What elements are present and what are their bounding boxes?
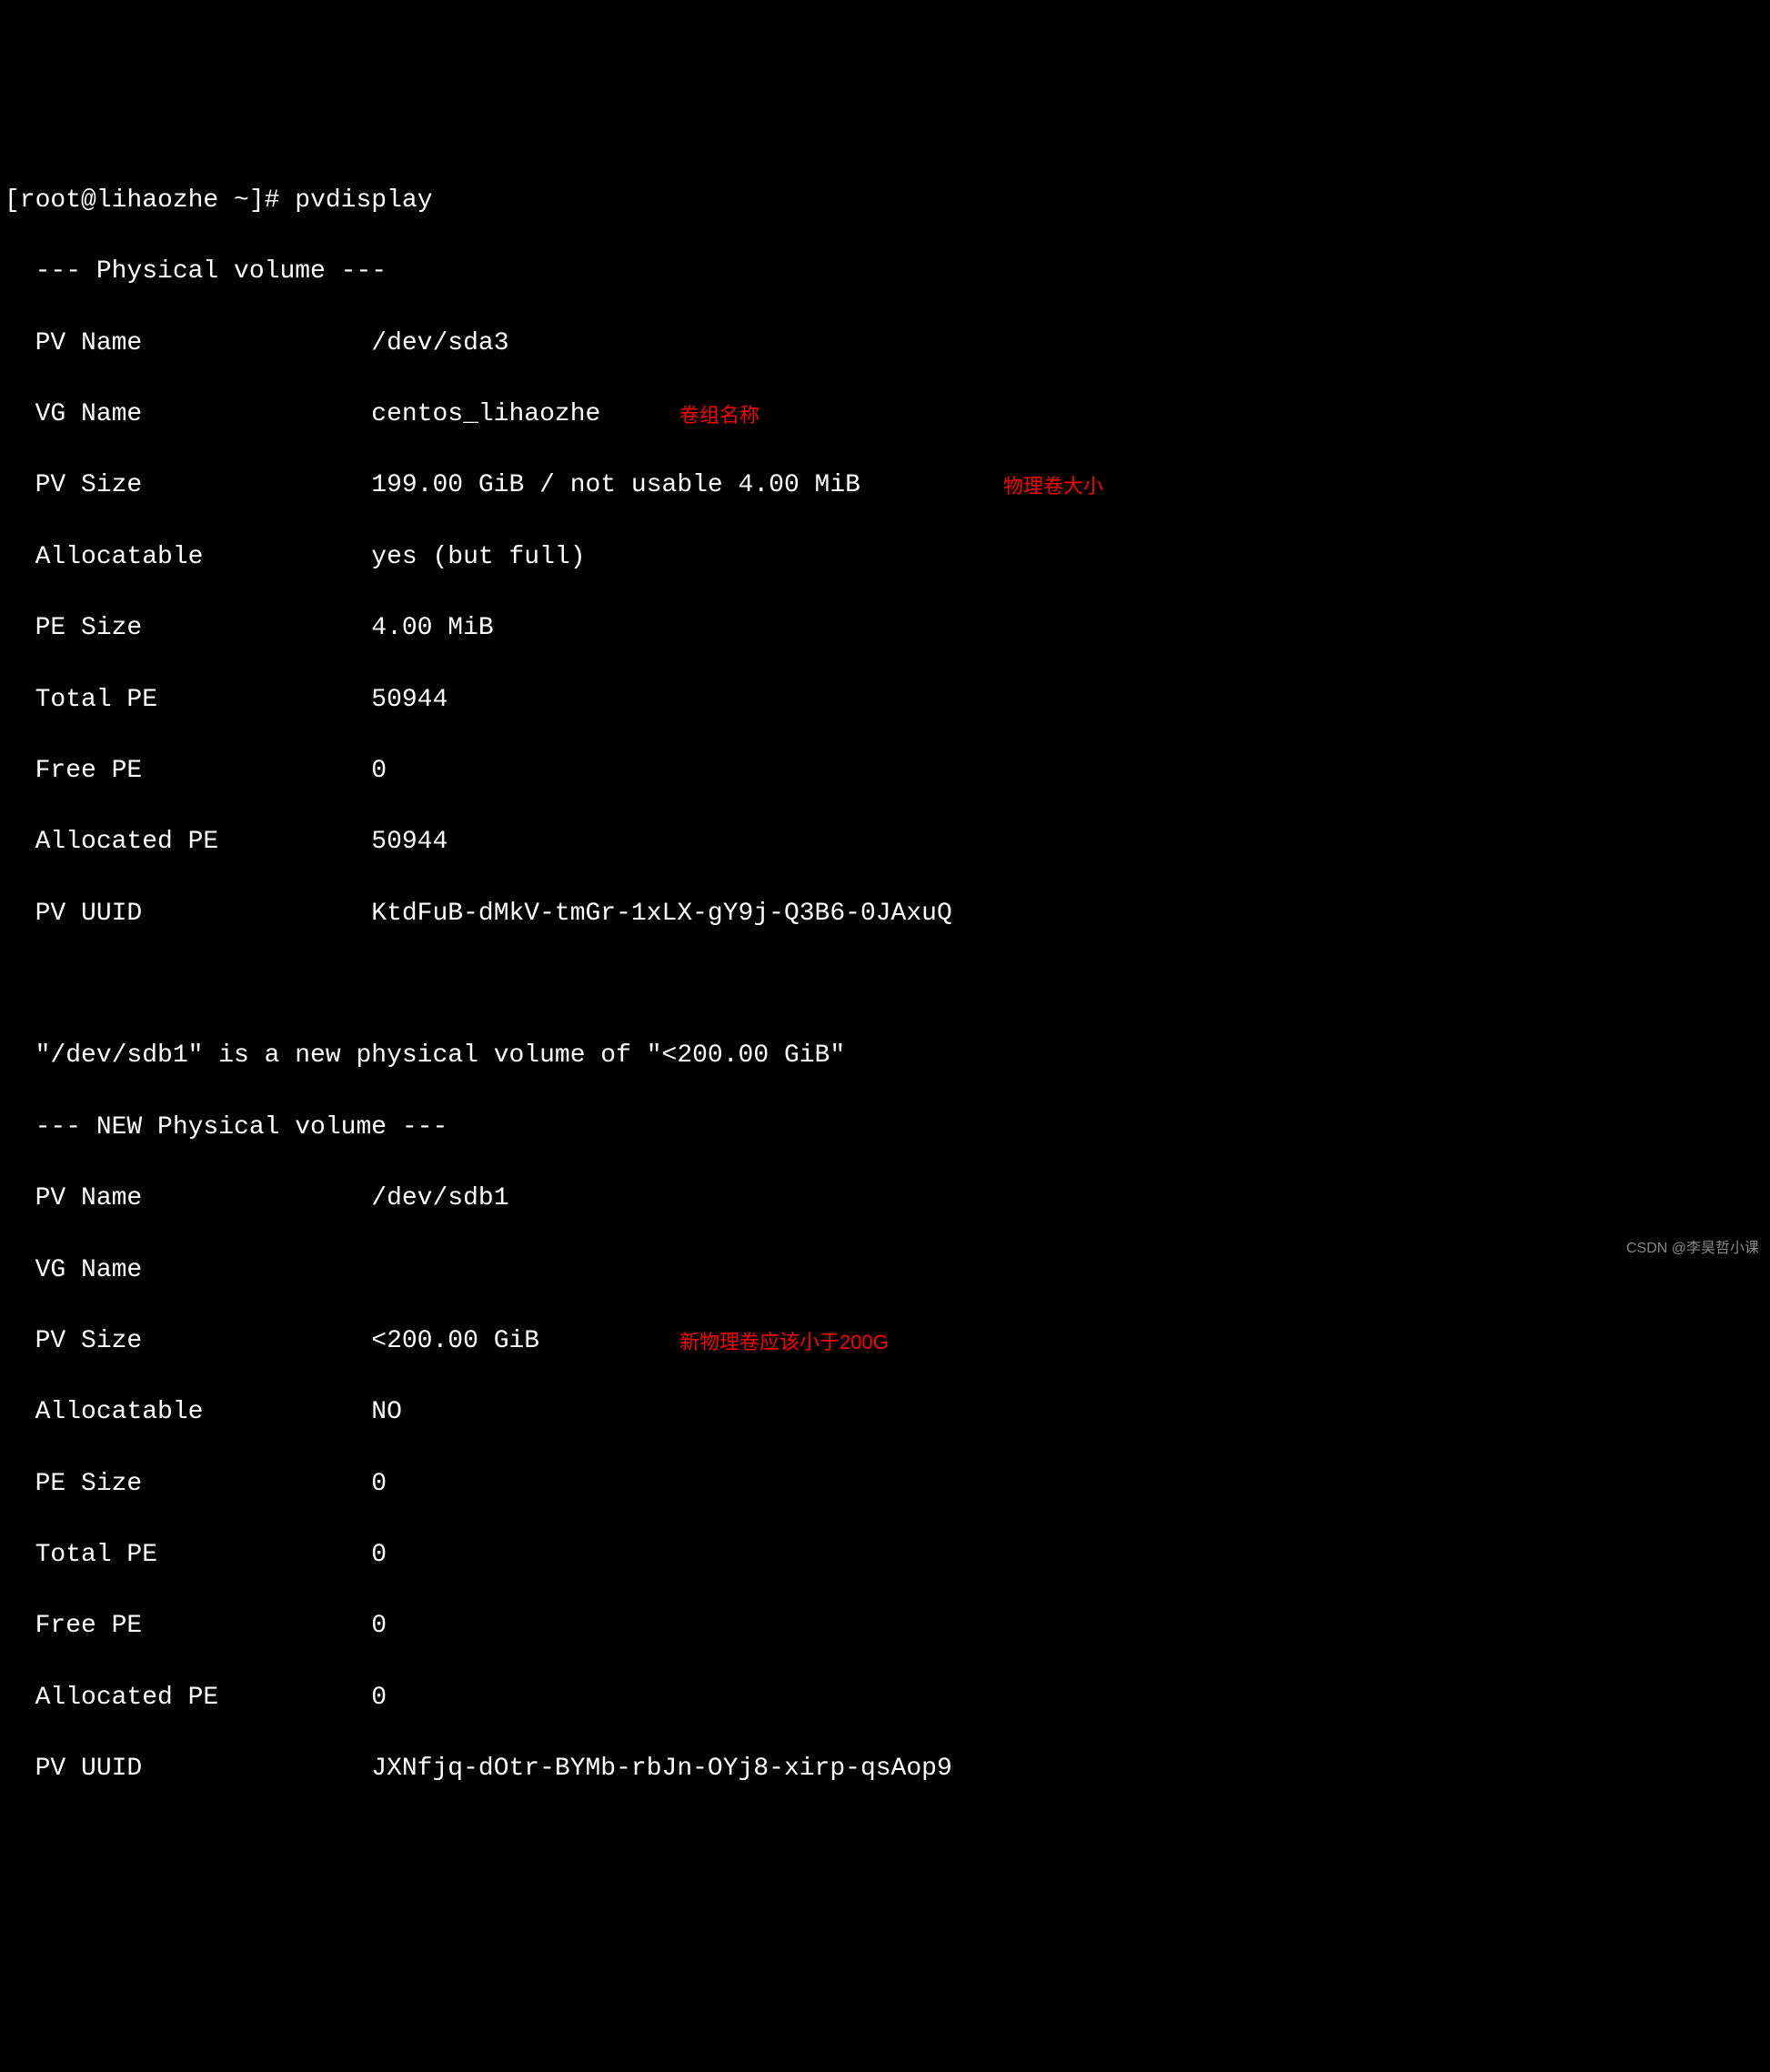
allocated-pe-label: Allocated PE [5,828,371,856]
watermark-text: CSDN @李昊哲小课 [1626,1239,1759,1259]
pv2-name-row: PV Name /dev/sdb1 [5,1181,1765,1216]
pv1-freepe-row: Free PE 0 [5,753,1765,789]
pv-uuid-label: PV UUID [5,1755,371,1783]
total-pe-value: 0 [371,1541,387,1569]
pv-size-value: 199.00 GiB / not usable 4.00 MiB [371,471,860,499]
pv-size-label: PV Size [5,1327,371,1355]
terminal-output: [root@lihaozhe ~]# pvdisplay --- Physica… [5,147,1765,1823]
pv2-vgname-row: VG Name [5,1252,1765,1288]
pv1-totalpe-row: Total PE 50944 [5,682,1765,718]
pv-name-label: PV Name [5,329,371,357]
annotation-new-pvsize: 新物理卷应该小于200G [679,1329,889,1357]
annotation-vgname: 卷组名称 [679,402,759,430]
free-pe-value: 0 [371,757,387,785]
allocatable-value: NO [371,1398,402,1426]
pe-size-value: 4.00 MiB [371,614,493,642]
pv2-freepe-row: Free PE 0 [5,1608,1765,1644]
pv-name-label: PV Name [5,1184,371,1212]
pv2-allocpe-row: Allocated PE 0 [5,1680,1765,1715]
allocated-pe-value: 50944 [371,828,448,856]
vg-name-label: VG Name [5,400,371,428]
pv2-size-row: PV Size <200.00 GiB 新物理卷应该小于200G [5,1323,1765,1359]
pv-name-value: /dev/sda3 [371,329,508,357]
pv2-allocatable-row: Allocatable NO [5,1394,1765,1430]
pv2-header: --- NEW Physical volume --- [5,1110,1765,1145]
allocatable-label: Allocatable [5,1398,371,1426]
pv2-pesize-row: PE Size 0 [5,1466,1765,1502]
free-pe-value: 0 [371,1612,387,1640]
total-pe-value: 50944 [371,686,448,714]
pv2-notice: "/dev/sdb1" is a new physical volume of … [5,1038,1765,1073]
pv-name-value: /dev/sdb1 [371,1184,508,1212]
prompt-line[interactable]: [root@lihaozhe ~]# pvdisplay [5,183,1765,218]
pv1-name-row: PV Name /dev/sda3 [5,326,1765,361]
pv-uuid-label: PV UUID [5,900,371,928]
allocated-pe-label: Allocated PE [5,1684,371,1712]
pv1-uuid-row: PV UUID KtdFuB-dMkV-tmGr-1xLX-gY9j-Q3B6-… [5,896,1765,931]
pv-uuid-value: JXNfjq-dOtr-BYMb-rbJn-OYj8-xirp-qsAop9 [371,1755,952,1783]
pv1-pesize-row: PE Size 4.00 MiB [5,610,1765,646]
pv1-size-row: PV Size 199.00 GiB / not usable 4.00 MiB… [5,468,1765,503]
blank-line [5,967,1765,1002]
allocatable-value: yes (but full) [371,543,585,571]
pv1-vgname-row: VG Name centos_lihaozhe 卷组名称 [5,397,1765,432]
free-pe-label: Free PE [5,1612,371,1640]
pe-size-label: PE Size [5,1470,371,1498]
pv1-allocatable-row: Allocatable yes (but full) [5,539,1765,575]
allocated-pe-value: 0 [371,1684,387,1712]
pe-size-value: 0 [371,1470,387,1498]
vg-name-label: VG Name [5,1256,371,1284]
allocatable-label: Allocatable [5,543,371,571]
pv1-allocpe-row: Allocated PE 50944 [5,824,1765,860]
pv-size-value: <200.00 GiB [371,1327,539,1355]
pv-size-label: PV Size [5,471,371,499]
command-text: pvdisplay [295,186,432,215]
total-pe-label: Total PE [5,686,371,714]
shell-prompt: [root@lihaozhe ~]# [5,186,295,215]
vg-name-value: centos_lihaozhe [371,400,600,428]
pv2-uuid-row: PV UUID JXNfjq-dOtr-BYMb-rbJn-OYj8-xirp-… [5,1751,1765,1786]
pe-size-label: PE Size [5,614,371,642]
total-pe-label: Total PE [5,1541,371,1569]
free-pe-label: Free PE [5,757,371,785]
pv1-header: --- Physical volume --- [5,254,1765,289]
pv-uuid-value: KtdFuB-dMkV-tmGr-1xLX-gY9j-Q3B6-0JAxuQ [371,900,952,928]
pv2-totalpe-row: Total PE 0 [5,1537,1765,1573]
annotation-pvsize: 物理卷大小 [1003,473,1103,501]
